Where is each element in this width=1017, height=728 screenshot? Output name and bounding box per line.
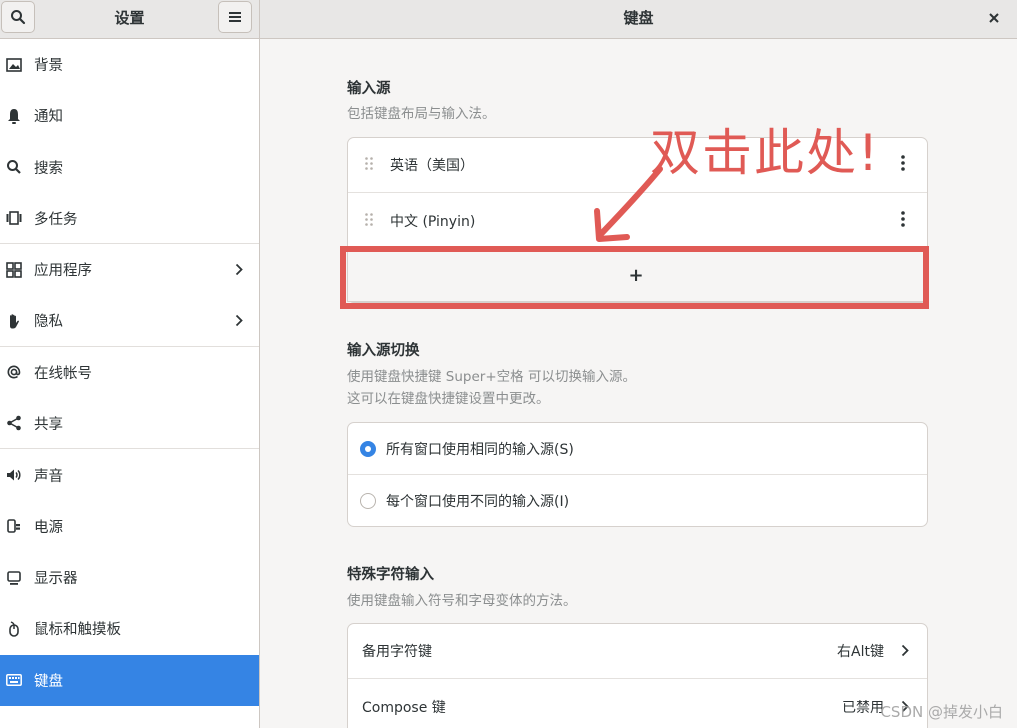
multitask-icon	[6, 210, 22, 226]
sidebar-item-label: 键盘	[34, 673, 63, 690]
watermark: CSDN @掉发小白	[880, 703, 1003, 721]
sidebar-item-background[interactable]: 背景	[0, 39, 259, 90]
sidebar-header: 设置	[0, 0, 260, 38]
sidebar-item-label: 电源	[34, 519, 63, 536]
more-options-icon[interactable]	[901, 210, 905, 231]
chevron-right-icon	[901, 642, 909, 661]
keyboard-icon	[6, 672, 22, 688]
share-icon	[6, 415, 22, 431]
sidebar-item-label: 背景	[34, 58, 63, 75]
section-title-special-chars: 特殊字符输入	[347, 567, 434, 583]
close-icon	[989, 13, 999, 23]
row-label: Compose 键	[362, 699, 446, 716]
section-title-switching: 输入源切换	[347, 343, 420, 359]
sidebar-item-search[interactable]: 搜索	[0, 142, 259, 193]
alternate-chars-key-row[interactable]: 备用字符键 右Alt键	[348, 624, 927, 679]
sidebar-item-label: 显示器	[34, 571, 78, 588]
sidebar-item-label: 通知	[34, 109, 63, 126]
sidebar-item-label: 隐私	[34, 314, 63, 331]
sidebar-item-label: 共享	[34, 416, 63, 433]
sidebar-item-privacy[interactable]: 隐私	[0, 295, 259, 347]
special-chars-list: 备用字符键 右Alt键 Compose 键 已禁用	[347, 623, 928, 728]
at-icon	[6, 364, 22, 380]
more-options-icon[interactable]	[901, 155, 905, 175]
mouse-icon	[6, 621, 22, 637]
sidebar-item-displays[interactable]: 显示器	[0, 552, 259, 603]
monitor-icon	[6, 570, 22, 586]
speaker-icon	[6, 467, 22, 483]
row-value: 右Alt键	[837, 644, 884, 660]
sidebar-item-mouse-touchpad[interactable]: 鼠标和触摸板	[0, 603, 259, 654]
input-source-label: 英语（美国）	[390, 158, 474, 174]
sidebar-item-label: 在线帐号	[34, 365, 92, 382]
input-source-label: 中文 (Pinyin)	[390, 213, 476, 230]
bell-icon	[6, 108, 22, 124]
radio-option-same-source[interactable]: 所有窗口使用相同的输入源(S)	[348, 423, 927, 475]
hamburger-icon	[229, 12, 241, 22]
radio-unselected[interactable]	[360, 493, 376, 509]
sidebar-item-label: 多任务	[34, 211, 78, 228]
header-bar: 设置 键盘	[0, 0, 1017, 39]
add-input-source-button[interactable]: +	[347, 250, 925, 302]
sidebar-item-keyboard[interactable]: 键盘	[0, 654, 259, 706]
sidebar-item-apps[interactable]: 应用程序	[0, 244, 259, 295]
sidebar-item-label: 声音	[34, 468, 63, 485]
close-button[interactable]	[985, 9, 1003, 27]
sidebar-item-sound[interactable]: 声音	[0, 449, 259, 500]
section-subtitle-switching-1: 使用键盘快捷键 Super+空格 可以切换输入源。	[347, 369, 636, 385]
sidebar-item-notifications[interactable]: 通知	[0, 90, 259, 141]
annotation-text: 双击此处!	[650, 124, 881, 182]
sidebar-item-sharing[interactable]: 共享	[0, 398, 259, 450]
row-label: 备用字符键	[362, 644, 432, 660]
sidebar: 背景 通知 搜索 多任务 应用程序 隐私 在线帐号 共享 声音 电源 显示器 鼠…	[0, 39, 260, 728]
section-subtitle-switching-2: 这可以在键盘快捷键设置中更改。	[347, 391, 550, 407]
hand-icon	[6, 313, 22, 329]
sidebar-item-power[interactable]: 电源	[0, 501, 259, 552]
chevron-right-icon	[235, 260, 243, 279]
sidebar-item-online-accounts[interactable]: 在线帐号	[0, 347, 259, 398]
radio-option-different-source[interactable]: 每个窗口使用不同的输入源(I)	[348, 475, 927, 526]
sidebar-item-multitasking[interactable]: 多任务	[0, 193, 259, 245]
power-plug-icon	[6, 518, 22, 534]
sidebar-item-label: 应用程序	[34, 263, 92, 280]
sidebar-item-label: 鼠标和触摸板	[34, 622, 121, 639]
section-subtitle-special-chars: 使用键盘输入符号和字母变体的方法。	[347, 593, 577, 609]
menu-button[interactable]	[218, 1, 252, 33]
drag-handle-icon[interactable]	[364, 211, 374, 230]
row-value: 已禁用	[842, 699, 884, 716]
add-label: +	[628, 265, 644, 286]
main-panel: 输入源 包括键盘布局与输入法。 英语（美国） 中文 (Pinyin) + 双击此…	[260, 39, 1017, 728]
background-icon	[6, 57, 22, 73]
section-title-input-sources: 输入源	[347, 81, 391, 97]
radio-label: 所有窗口使用相同的输入源(S)	[386, 441, 574, 458]
compose-key-row[interactable]: Compose 键 已禁用	[348, 679, 927, 728]
chevron-right-icon	[235, 311, 243, 330]
search-icon	[6, 159, 22, 175]
switching-options: 所有窗口使用相同的输入源(S) 每个窗口使用不同的输入源(I)	[347, 422, 928, 527]
apps-grid-icon	[6, 262, 22, 278]
radio-selected[interactable]	[360, 440, 376, 457]
sidebar-item-label: 搜索	[34, 160, 63, 177]
drag-handle-icon[interactable]	[364, 156, 374, 175]
radio-label: 每个窗口使用不同的输入源(I)	[386, 494, 570, 510]
section-subtitle-input-sources: 包括键盘布局与输入法。	[347, 106, 496, 122]
page-title: 键盘	[623, 9, 654, 27]
